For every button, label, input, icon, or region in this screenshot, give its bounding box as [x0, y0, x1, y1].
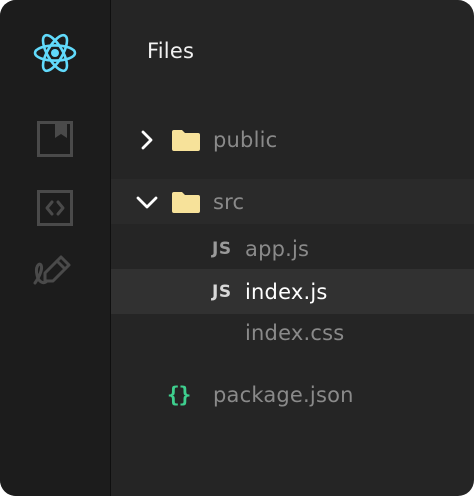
tree-file-app-js[interactable]: JS app.js [111, 226, 474, 271]
panel-title: Files [147, 39, 195, 63]
js-file-icon: JS [212, 281, 232, 302]
tree-folder-public[interactable]: public [111, 117, 474, 162]
react-logo-icon [33, 33, 77, 73]
sidebar-item-bookmarks[interactable] [25, 113, 85, 165]
folder-name: public [213, 127, 278, 152]
file-name: app.js [245, 236, 310, 261]
activity-bar [0, 0, 111, 496]
sidebar-item-code[interactable] [25, 182, 85, 234]
chevron-down-icon[interactable] [133, 188, 161, 216]
folder-name: src [213, 189, 245, 214]
file-name: package.json [213, 382, 354, 407]
folder-icon [171, 189, 203, 215]
file-name: index.js [245, 279, 328, 304]
tree-file-index-js[interactable]: JS index.js [111, 269, 474, 314]
sidebar-item-sign[interactable] [25, 245, 85, 297]
tree-file-package-json[interactable]: {} package.json [111, 372, 474, 417]
signature-pen-icon [33, 255, 71, 285]
bookmark-icon [37, 121, 73, 157]
code-icon [37, 190, 73, 226]
chevron-right-icon[interactable] [133, 126, 161, 154]
file-name: index.css [245, 320, 345, 345]
tree-file-index-css[interactable]: index.css [111, 310, 474, 355]
folder-icon [171, 127, 203, 153]
tree-folder-src[interactable]: src [111, 179, 474, 224]
files-panel: Files public src JS app.js JS index.js i… [111, 0, 474, 496]
sidebar-item-react[interactable] [25, 27, 85, 79]
file-explorer-window: Files public src JS app.js JS index.js i… [0, 0, 474, 496]
json-file-icon: {} [167, 382, 191, 407]
js-file-icon: JS [212, 238, 232, 259]
